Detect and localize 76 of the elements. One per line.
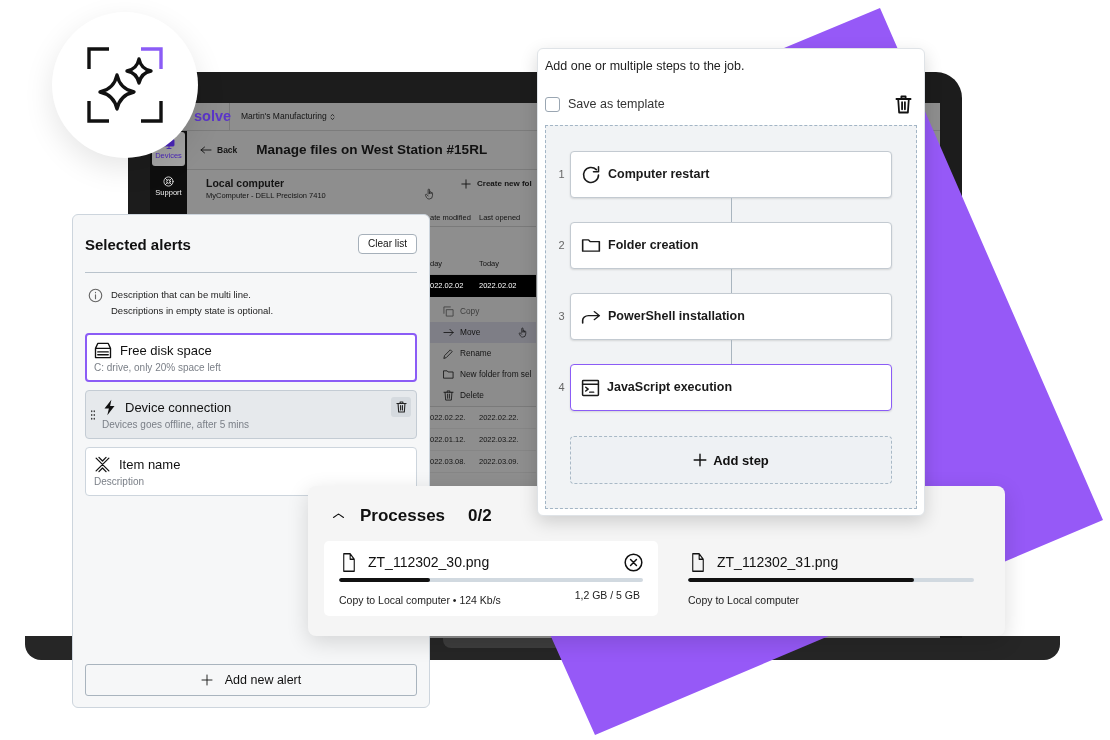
- arrow-left-icon: [200, 145, 212, 155]
- menu-item[interactable]: Move: [430, 322, 536, 343]
- connector-line: [730, 269, 732, 293]
- curved-arrow-icon: [581, 308, 601, 325]
- trash-icon[interactable]: [895, 94, 912, 114]
- step-card[interactable]: Computer restart: [570, 151, 892, 198]
- alert-description: Description: [94, 475, 146, 489]
- alert-item[interactable]: Free disk space C: drive, only 20% space left: [85, 333, 417, 382]
- close-icon[interactable]: [624, 552, 643, 572]
- folder-icon: [581, 237, 601, 254]
- panel-title: Selected alerts: [85, 236, 191, 252]
- step-number: 4: [557, 382, 566, 393]
- sort-arrows-icon: [328, 112, 336, 121]
- org-selector[interactable]: Martin's Manufacturing: [241, 112, 336, 121]
- sparkles-icon: [87, 47, 163, 123]
- pencil-icon: [443, 348, 454, 359]
- plus-icon: [693, 453, 708, 467]
- terminal-icon: [581, 378, 600, 397]
- alert-description: Devices goes offline, after 5 mins: [102, 418, 251, 432]
- step-card[interactable]: PowerShell installation: [570, 293, 892, 340]
- alert-title: Free disk space: [120, 343, 212, 357]
- page-title: Manage files on West Station #15RL: [256, 141, 488, 159]
- file-name: ZT_112302_31.png: [717, 555, 839, 569]
- lifebuoy-icon: [163, 175, 174, 187]
- arrow-right-icon: [443, 327, 454, 338]
- add-step-button[interactable]: Add step: [570, 436, 892, 484]
- menu-item[interactable]: Delete: [430, 385, 536, 406]
- create-folder-button[interactable]: Create new fol: [461, 178, 532, 190]
- brand-name: solve: [194, 109, 232, 124]
- copy-icon: [443, 306, 454, 317]
- process-count: 0/2: [468, 506, 492, 524]
- back-button[interactable]: Back: [200, 145, 238, 155]
- intro-text: Add one or multiple steps to the job.: [545, 58, 746, 75]
- panel-title: Processes: [360, 506, 446, 524]
- info-icon: [88, 288, 103, 303]
- trash-icon: [395, 401, 407, 413]
- add-alert-button[interactable]: Add new alert: [85, 664, 417, 696]
- step-card[interactable]: JavaScript execution: [570, 364, 892, 411]
- lightning-icon: [102, 398, 117, 416]
- chevron-up-icon[interactable]: [332, 510, 345, 520]
- info-text: Descriptions in empty state is optional.: [111, 304, 274, 318]
- file-name: ZT_112302_30.png: [368, 555, 490, 569]
- plus-icon: [200, 674, 213, 686]
- status-text: Copy to Local computer • 124 Kb/s: [339, 593, 501, 607]
- alert-title: Device connection: [125, 400, 232, 414]
- size-text: 1,2 GB / 5 GB: [574, 588, 640, 602]
- template-checkbox[interactable]: [545, 96, 560, 112]
- drive-icon: [94, 341, 112, 359]
- file-icon: [342, 552, 356, 572]
- plus-icon: [461, 179, 471, 189]
- location-title: Local computer: [206, 177, 286, 189]
- hand-cursor-icon: [424, 188, 435, 200]
- trash-icon: [443, 390, 454, 401]
- checkbox-label: Save as template: [568, 97, 665, 111]
- folder-icon: [443, 369, 454, 380]
- alert-item[interactable]: Item name Description: [85, 447, 417, 496]
- refresh-icon: [581, 164, 601, 185]
- step-number: 1: [557, 169, 566, 180]
- connector-line: [730, 198, 732, 222]
- alert-item[interactable]: Device connection Devices goes offline, after 5 mins: [85, 390, 417, 439]
- info-text: Description that can be multi line.: [111, 288, 252, 302]
- step-card[interactable]: Folder creation: [570, 222, 892, 269]
- step-number: 2: [557, 240, 566, 251]
- delete-button[interactable]: [391, 397, 411, 417]
- step-number: 3: [557, 311, 566, 322]
- menu-item[interactable]: Rename: [430, 343, 536, 364]
- drag-handle-icon[interactable]: [90, 410, 96, 420]
- clear-list-button[interactable]: Clear list: [358, 234, 417, 254]
- alert-description: C: drive, only 20% space left: [94, 361, 222, 375]
- hand-cursor-icon: [518, 327, 528, 338]
- menu-item[interactable]: New folder from sel: [430, 364, 536, 385]
- file-icon: [691, 552, 705, 572]
- connector-line: [730, 340, 732, 364]
- alert-title: Item name: [119, 457, 181, 471]
- status-text: Copy to Local computer: [688, 593, 799, 607]
- cross-mark-icon: [94, 455, 111, 473]
